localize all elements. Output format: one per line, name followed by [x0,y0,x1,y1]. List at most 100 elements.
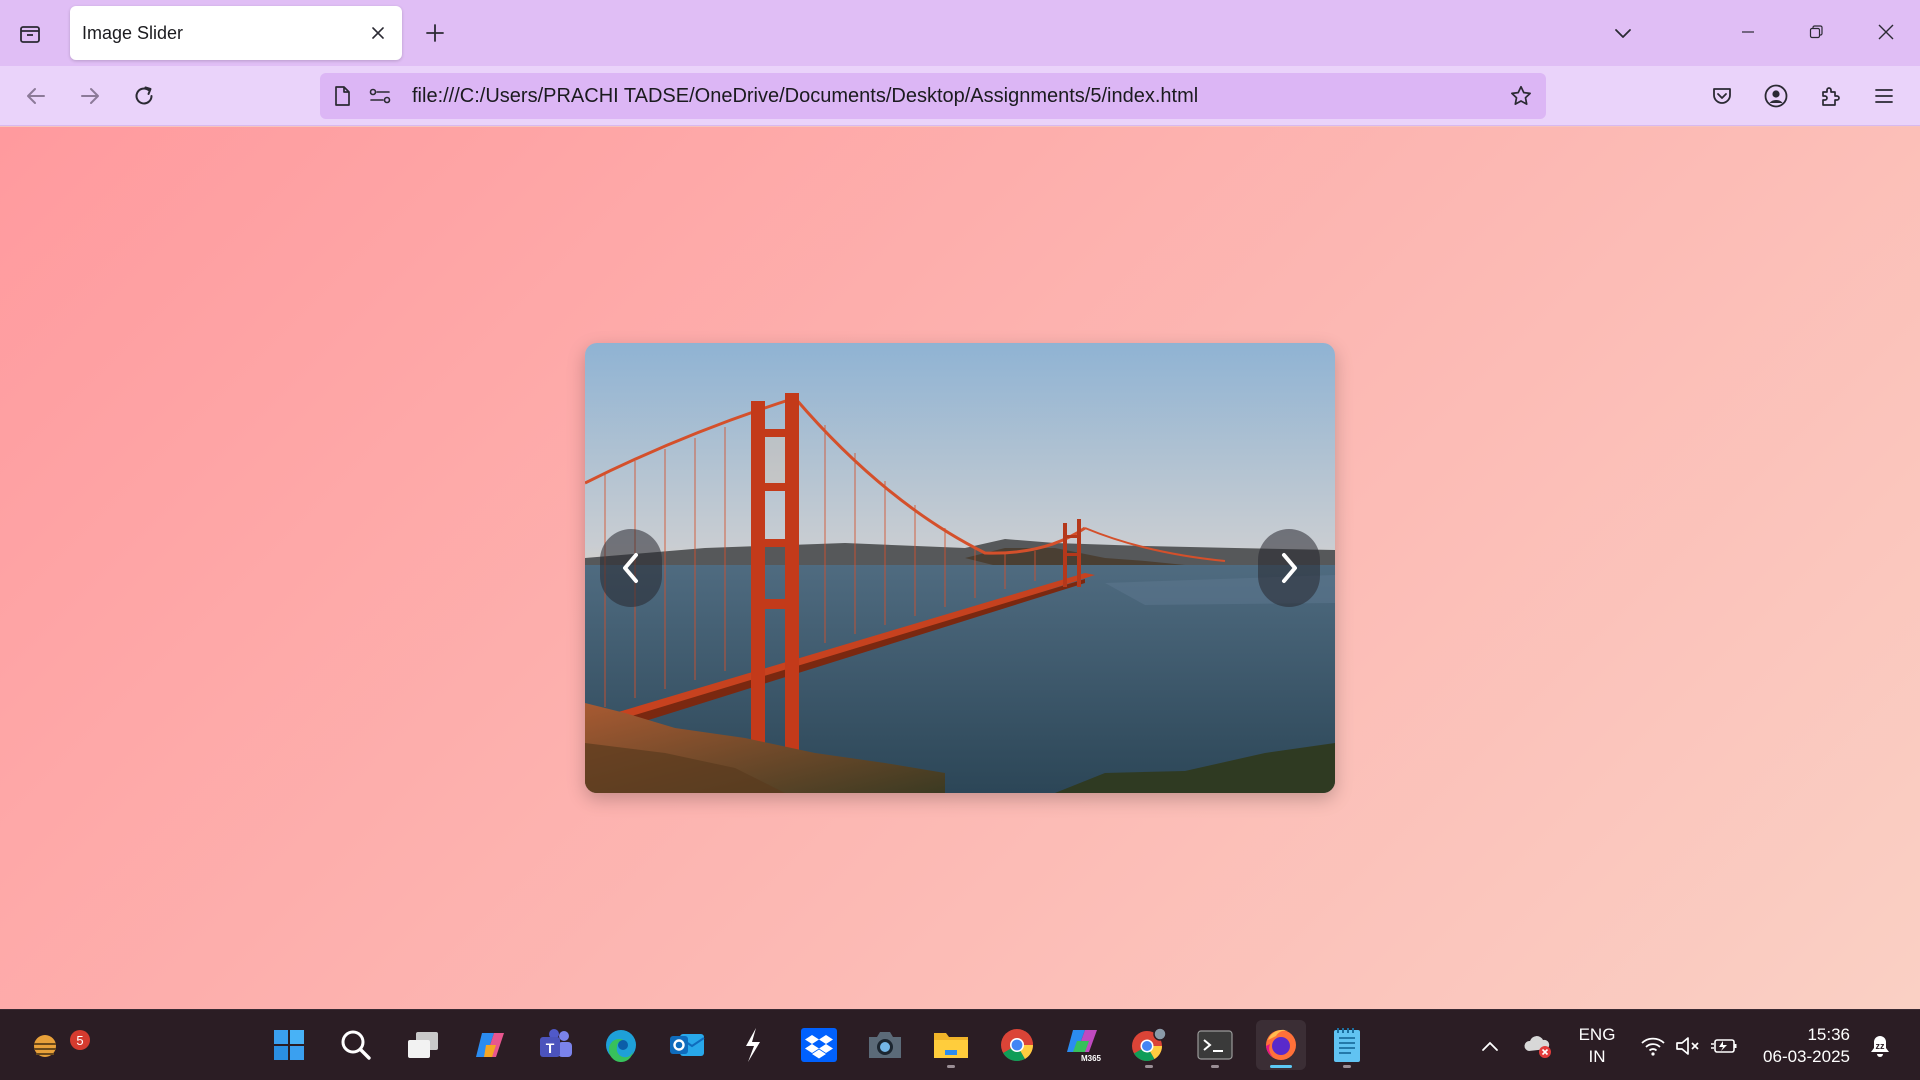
notifications-button[interactable]: zz [1864,1030,1896,1062]
bookmark-star-button[interactable] [1508,83,1534,109]
language-line-2: IN [1588,1047,1606,1066]
running-indicator [947,1065,955,1068]
weather-notification-badge: 5 [70,1030,90,1050]
microsoft-365-icon: M365 [1067,1030,1102,1063]
terminal-icon [1197,1030,1233,1060]
bolt-app[interactable] [728,1020,778,1070]
page-viewport [0,127,1920,1009]
svg-text:zz: zz [1876,1041,1886,1051]
firefox-app[interactable] [1256,1020,1306,1070]
browser-tab-bar: Image Slider [0,0,1920,66]
search-icon [341,1030,371,1060]
reload-button[interactable] [126,78,162,114]
input-language-indicator[interactable]: ENG IN [1570,1024,1624,1068]
copilot-app[interactable] [465,1020,515,1070]
battery-charging-icon [1711,1039,1737,1053]
restore-icon [1809,25,1823,39]
file-explorer-app[interactable] [926,1020,976,1070]
close-window-button[interactable] [1864,12,1908,52]
account-button[interactable] [1758,78,1794,114]
arrow-right-icon [81,88,99,104]
edge-app[interactable] [596,1020,646,1070]
dropbox-app[interactable] [794,1020,844,1070]
arrow-left-icon [27,88,45,104]
outlook-icon [670,1034,705,1056]
minimize-button[interactable] [1726,12,1770,52]
teams-icon: T [540,1029,572,1057]
running-indicator [1343,1065,1351,1068]
address-bar[interactable]: file:///C:/Users/PRACHI TADSE/OneDrive/D… [320,73,1546,119]
back-button[interactable] [18,78,54,114]
windows-logo-icon [274,1030,304,1060]
language-line-1: ENG [1578,1025,1616,1044]
notification-bell-icon: zz [1871,1036,1889,1057]
chrome-profile-app[interactable] [1124,1020,1174,1070]
terminal-app[interactable] [1190,1020,1240,1070]
copilot-icon [476,1033,504,1057]
task-view-button[interactable] [398,1020,448,1070]
clock-date: 06-03-2025 [1763,1047,1850,1066]
bolt-icon [746,1028,760,1062]
clock[interactable]: 15:36 06-03-2025 [1752,1024,1850,1068]
new-tab-button[interactable] [418,16,452,50]
browser-tab-active[interactable]: Image Slider [70,6,402,60]
svg-text:T: T [546,1040,555,1056]
reload-icon [135,86,153,105]
notepad-icon [1334,1028,1360,1062]
permissions-icon[interactable] [368,84,392,108]
close-icon [1878,24,1894,40]
task-view-icon [408,1032,438,1058]
teams-app[interactable]: T [530,1020,580,1070]
plus-icon [426,24,444,42]
running-indicator [1145,1065,1153,1068]
previous-slide-button[interactable] [600,529,662,607]
microsoft-365-app[interactable]: M365 [1058,1020,1108,1070]
tab-close-button[interactable] [364,19,392,47]
weather-icon [34,1035,56,1057]
next-slide-button[interactable] [1258,529,1320,607]
outlook-app[interactable] [662,1020,712,1070]
minimize-icon [1742,31,1754,33]
firefox-view-icon [20,26,40,43]
chevron-right-icon [1282,553,1297,583]
volume-muted-icon [1676,1037,1699,1055]
chrome-app[interactable] [992,1020,1042,1070]
pocket-button[interactable] [1704,78,1740,114]
folder-icon [934,1033,968,1058]
hamburger-menu-icon [1875,89,1893,103]
weather-widget[interactable]: 5 [22,1020,90,1070]
chevron-up-icon [1482,1041,1498,1051]
list-all-tabs-button[interactable] [1606,16,1640,50]
extensions-button[interactable] [1812,78,1848,114]
close-icon [372,27,384,39]
wifi-status[interactable] [1638,1032,1668,1060]
forward-button[interactable] [72,78,108,114]
active-window-indicator [1270,1065,1292,1068]
firefox-icon [1266,1029,1296,1060]
restore-button[interactable] [1794,12,1838,52]
show-hidden-icons-button[interactable] [1476,1032,1504,1060]
windows-taskbar: 5 T M365 ENG IN 15:36 06-03-2025 zz [0,1009,1920,1080]
volume-status[interactable] [1672,1032,1702,1060]
puzzle-icon [1822,87,1840,106]
dropbox-icon [801,1028,837,1062]
chrome-profile-icon [1132,1027,1167,1062]
onedrive-status[interactable] [1522,1030,1554,1062]
camera-icon [869,1032,901,1058]
url-text[interactable]: file:///C:/Users/PRACHI TADSE/OneDrive/D… [412,85,1198,108]
camera-app[interactable] [860,1020,910,1070]
navigation-toolbar: file:///C:/Users/PRACHI TADSE/OneDrive/D… [0,66,1920,126]
firefox-view-button[interactable] [12,16,48,52]
page-document-icon[interactable] [330,84,354,108]
slide-image-golden-gate-bridge [585,343,1335,793]
app-menu-button[interactable] [1866,78,1902,114]
notepad-app[interactable] [1322,1020,1372,1070]
chevron-down-icon [1615,29,1631,38]
running-indicator [1211,1065,1219,1068]
battery-status[interactable] [1708,1032,1740,1060]
chevron-left-icon [623,553,638,583]
edge-icon [606,1030,636,1063]
clock-time: 15:36 [1807,1025,1850,1044]
search-button[interactable] [331,1020,381,1070]
start-button[interactable] [264,1020,314,1070]
